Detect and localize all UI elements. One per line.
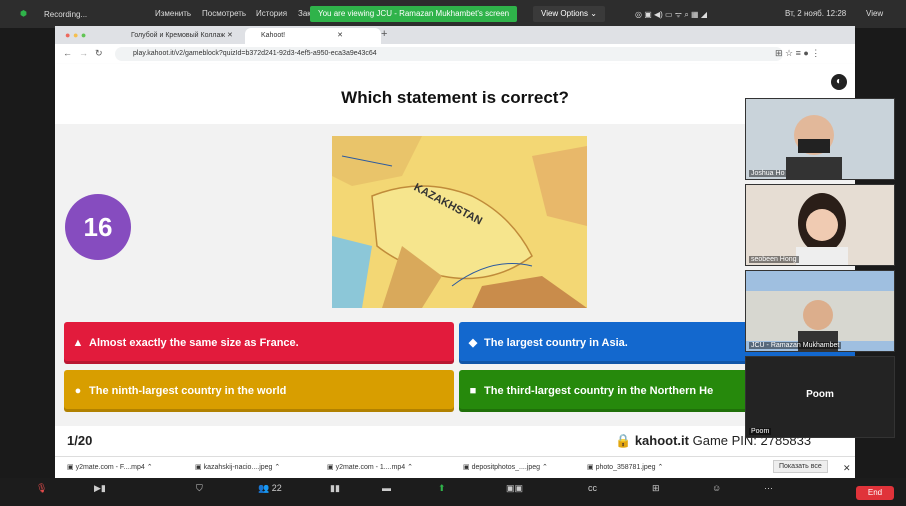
- answer-text: The third-largest country in the Norther…: [484, 385, 714, 397]
- chat-icon[interactable]: ▬: [382, 483, 391, 493]
- screen-share-banner: You are viewing JCU - Ramazan Mukhambet'…: [310, 6, 518, 22]
- download-item[interactable]: ▣ y2mate.com - F....mp4 ⌃: [67, 463, 153, 471]
- answer-text: Almost exactly the same size as France.: [89, 337, 299, 349]
- close-icon[interactable]: ✕: [843, 463, 851, 474]
- diamond-icon: ◆: [468, 337, 478, 349]
- view-menu[interactable]: View: [866, 9, 883, 18]
- captions-icon[interactable]: cc: [588, 483, 597, 493]
- show-all-button[interactable]: Показать все: [773, 460, 828, 473]
- nav-forward-icon[interactable]: →: [79, 48, 88, 58]
- participant-tile[interactable]: Joshua Ho: [745, 98, 895, 180]
- breakout-rooms-icon[interactable]: ⊞: [652, 483, 660, 494]
- end-button[interactable]: End: [856, 486, 894, 500]
- download-item[interactable]: ▣ y2mate.com - 1....mp4 ⌃: [327, 463, 413, 471]
- url-text: play.kahoot.it/v2/gameblock?quizId=b372d…: [133, 50, 377, 57]
- mac-menubar: ⬢ Recording... Изменить Посмотреть Истор…: [0, 0, 906, 28]
- participant-name: seobeen Hong: [749, 256, 799, 263]
- tab-label: Kahoot!: [261, 32, 286, 39]
- kahoot-domain: kahoot.it: [634, 433, 689, 448]
- menu-history[interactable]: История: [256, 9, 287, 18]
- fullscreen-icon[interactable]: ◐: [831, 74, 847, 90]
- participant-name: Poom: [749, 428, 772, 435]
- answer-text: The ninth-largest country in the world: [89, 385, 287, 397]
- triangle-icon: ▲: [72, 337, 84, 349]
- address-bar: ← → ↻ play.kahoot.it/v2/gameblock?quizId…: [55, 44, 855, 65]
- download-item[interactable]: ▣ depositphotos_....jpeg ⌃: [463, 463, 548, 471]
- nav-back-icon[interactable]: ←: [63, 48, 72, 58]
- file-name: y2mate.com - 1....mp4: [335, 464, 406, 471]
- square-icon: ■: [469, 385, 477, 397]
- circle-icon: ●: [74, 385, 82, 397]
- menu-view[interactable]: Посмотреть: [202, 9, 246, 18]
- url-input[interactable]: play.kahoot.it/v2/gameblock?quizId=b372d…: [115, 47, 783, 61]
- browser-window: ● ● ● Голубой и Кремовый Коллаж ✕ Kahoot…: [55, 26, 855, 456]
- participant-count: 22: [271, 483, 282, 493]
- tab-collage[interactable]: Голубой и Кремовый Коллаж ✕: [115, 28, 251, 44]
- tab-bar: ● ● ● Голубой и Кремовый Коллаж ✕ Kahoot…: [55, 26, 855, 44]
- download-item[interactable]: ▣ photo_358781.jpeg ⌃: [587, 463, 663, 471]
- menu-edit[interactable]: Изменить: [155, 9, 191, 18]
- reactions-icon[interactable]: ☺: [712, 483, 721, 493]
- participant-name: JCU - Ramazan Mukhambet: [749, 342, 842, 349]
- participant-name-center: Poom: [806, 389, 834, 400]
- close-icon[interactable]: ✕: [227, 32, 233, 39]
- record-icon[interactable]: ▣▣: [506, 483, 523, 494]
- participants-icon[interactable]: 👥 22: [258, 483, 282, 494]
- video-icon[interactable]: ▶▮: [94, 483, 106, 494]
- file-name: depositphotos_....jpeg: [471, 464, 541, 471]
- download-item[interactable]: ▣ kazahskij-nacio....jpeg ⌃: [195, 463, 280, 471]
- share-screen-icon[interactable]: ⬆: [438, 483, 446, 494]
- menu-bookmarks[interactable]: Зак: [298, 9, 311, 18]
- question-image: KAZAKHSTAN: [332, 136, 587, 308]
- view-options-button[interactable]: View Options ⌄: [533, 6, 605, 22]
- answer-text: The largest country in Asia.: [484, 337, 628, 349]
- file-name: y2mate.com - F....mp4: [75, 464, 145, 471]
- toolbar-icons[interactable]: ⊞ ☆ ≡ ● ⋮: [775, 48, 820, 59]
- lock-icon: 🔒: [615, 433, 632, 448]
- tab-label: Голубой и Кремовый Коллаж: [131, 32, 226, 39]
- participant-tile[interactable]: JCU - Ramazan Mukhambet: [745, 270, 895, 352]
- mic-muted-icon[interactable]: 🎙: [36, 483, 47, 494]
- security-icon[interactable]: ⛉: [196, 483, 203, 494]
- file-name: photo_358781.jpeg: [595, 464, 656, 471]
- kahoot-footer: 1/20 🔒 kahoot.it Game PIN: 2785833: [55, 426, 855, 456]
- answer-circle[interactable]: ● The ninth-largest country in the world: [64, 370, 454, 412]
- zoom-shield-icon: ⬢: [20, 9, 27, 18]
- downloads-bar: ▣ y2mate.com - F....mp4 ⌃ ▣ kazahskij-na…: [55, 456, 855, 479]
- question-title: Which statement is correct?: [341, 88, 569, 107]
- tab-kahoot[interactable]: Kahoot! ✕: [245, 28, 381, 44]
- participant-tile[interactable]: seobeen Hong: [745, 184, 895, 266]
- participant-tile[interactable]: Poom Poom: [745, 356, 895, 438]
- status-icons: ◎ ▣ ◀) ▭ ᯤ ⌕ ▦ ◢: [635, 10, 707, 19]
- zoom-toolbar: 🎙 ▶▮ ⛉ 👥 22 ▮▮ ▬ ⬆ ▣▣ cc ⊞ ☺ ⋯ End: [0, 478, 906, 506]
- answer-triangle[interactable]: ▲ Almost exactly the same size as France.: [64, 322, 454, 364]
- view-options-label: View Options: [541, 9, 588, 18]
- more-icon[interactable]: ⋯: [764, 483, 773, 494]
- question-counter: 1/20: [67, 433, 93, 448]
- participant-name: Joshua Ho: [749, 170, 787, 177]
- polls-icon[interactable]: ▮▮: [330, 483, 340, 494]
- close-icon[interactable]: ✕: [337, 32, 343, 39]
- countdown-timer: 16: [65, 194, 131, 260]
- recording-indicator[interactable]: Recording...: [44, 10, 87, 19]
- reload-icon[interactable]: ↻: [95, 48, 103, 59]
- clock: Вт, 2 нояб. 12:28: [785, 9, 847, 18]
- file-name: kazahskij-nacio....jpeg: [203, 464, 273, 471]
- new-tab-icon[interactable]: +: [381, 28, 387, 40]
- window-controls-icon[interactable]: ● ● ●: [65, 30, 86, 40]
